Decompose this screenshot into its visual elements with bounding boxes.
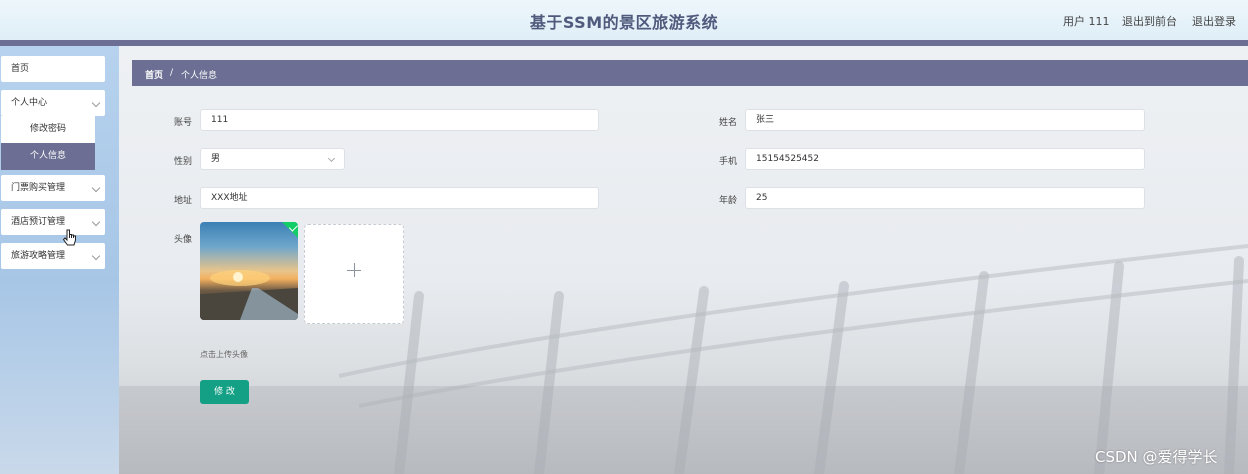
avatar-upload-button[interactable] — [304, 224, 404, 324]
breadcrumb-home[interactable]: 首页 — [145, 68, 163, 81]
sidebar-item-label: 门票购买管理 — [11, 183, 66, 193]
exit-to-front-link[interactable]: 退出到前台 — [1122, 13, 1177, 29]
breadcrumb-current: 个人信息 — [181, 71, 218, 81]
avatar-thumbnail[interactable] — [200, 222, 298, 320]
phone-field[interactable]: 15154525452 — [745, 148, 1145, 170]
chevron-down-icon — [91, 217, 101, 227]
submit-button[interactable]: 修 改 — [200, 380, 249, 404]
user-label: 用户 111 — [1063, 15, 1110, 28]
csdn-watermark: CSDN @爱得学长 — [1095, 448, 1218, 466]
gender-select-value: 男 — [211, 154, 221, 164]
sidebar-item-home[interactable]: 首页 — [1, 56, 105, 82]
main-content: 首页 / 个人信息 账号 111 姓名 张三 性别 男 手机 151545254… — [119, 46, 1248, 474]
breadcrumb-separator: / — [170, 68, 174, 78]
logout-link[interactable]: 退出登录 — [1192, 13, 1236, 29]
sidebar-item-personal-center[interactable]: 个人中心 — [1, 90, 105, 116]
top-header: 基于SSM的景区旅游系统 用户 111 退出到前台 退出登录 — [0, 0, 1248, 40]
chevron-down-icon — [91, 183, 101, 193]
account-field[interactable]: 111 — [200, 109, 599, 131]
chevron-down-icon — [91, 98, 101, 108]
phone-label: 手机 — [718, 157, 737, 167]
age-field[interactable]: 25 — [745, 187, 1145, 209]
plus-icon-vertical — [354, 263, 355, 277]
sidebar-item-hotel-management[interactable]: 酒店预订管理 — [1, 209, 105, 235]
sub-item-label: 修改密码 — [29, 124, 66, 134]
gender-label: 性别 — [173, 157, 192, 167]
sidebar-item-guide-management[interactable]: 旅游攻略管理 — [1, 243, 105, 269]
sidebar-item-label: 首页 — [11, 64, 30, 74]
sidebar-item-label: 旅游攻略管理 — [11, 251, 66, 261]
sub-item-personal-info[interactable]: 个人信息 — [1, 143, 95, 170]
chevron-down-icon — [91, 251, 101, 261]
app-title: 基于SSM的景区旅游系统 — [529, 13, 719, 32]
chevron-down-icon — [327, 154, 336, 163]
breadcrumb: 首页 / 个人信息 — [132, 60, 1248, 86]
avatar-upload-hint: 点击上传头像 — [200, 350, 248, 359]
address-label: 地址 — [173, 196, 192, 206]
avatar-label: 头像 — [173, 235, 192, 245]
sidebar-item-ticket-management[interactable]: 门票购买管理 — [1, 175, 105, 201]
age-label: 年龄 — [718, 196, 737, 206]
name-field[interactable]: 张三 — [745, 109, 1145, 131]
sidebar: 首页 个人中心 修改密码 个人信息 门票购买管理 酒店预订管理 旅游攻略管理 — [0, 46, 119, 474]
personal-center-submenu: 修改密码 个人信息 — [1, 116, 95, 170]
sidebar-item-label: 个人中心 — [11, 98, 48, 108]
address-field[interactable]: XXX地址 — [200, 187, 599, 209]
account-label: 账号 — [173, 118, 192, 128]
pointer-cursor-icon — [62, 229, 76, 246]
sub-item-label: 个人信息 — [29, 151, 66, 161]
name-label: 姓名 — [718, 118, 737, 128]
sub-item-change-password[interactable]: 修改密码 — [1, 116, 95, 143]
sidebar-item-label: 酒店预订管理 — [11, 217, 66, 227]
gender-select[interactable]: 男 — [200, 148, 345, 170]
